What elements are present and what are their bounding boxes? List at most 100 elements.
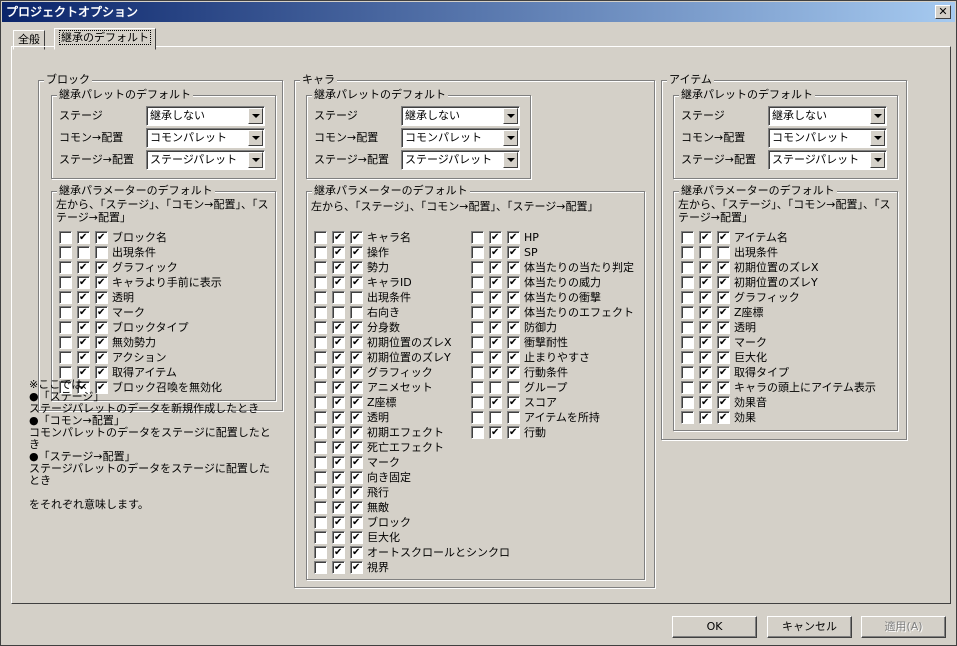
stage-place-checkbox[interactable] bbox=[507, 366, 520, 379]
stage-checkbox[interactable] bbox=[681, 336, 694, 349]
stage-checkbox[interactable] bbox=[314, 486, 327, 499]
common-place-checkbox[interactable] bbox=[332, 501, 345, 514]
stage-place-checkbox[interactable] bbox=[507, 336, 520, 349]
stage-checkbox[interactable] bbox=[314, 471, 327, 484]
stage-place-checkbox[interactable] bbox=[507, 261, 520, 274]
common-place-checkbox[interactable] bbox=[77, 306, 90, 319]
stage-place-checkbox[interactable] bbox=[507, 306, 520, 319]
stage-place-checkbox[interactable] bbox=[717, 336, 730, 349]
stage-place-checkbox[interactable] bbox=[507, 426, 520, 439]
stage-place-checkbox[interactable] bbox=[350, 471, 363, 484]
stage-checkbox[interactable] bbox=[471, 246, 484, 259]
common-place-checkbox[interactable] bbox=[489, 291, 502, 304]
stage-place-checkbox[interactable] bbox=[507, 276, 520, 289]
stage-checkbox[interactable] bbox=[471, 276, 484, 289]
stage-checkbox[interactable] bbox=[59, 336, 72, 349]
stage-place-checkbox[interactable] bbox=[95, 306, 108, 319]
stage-place-checkbox[interactable] bbox=[350, 441, 363, 454]
stage-place-checkbox[interactable] bbox=[350, 366, 363, 379]
common-place-checkbox[interactable] bbox=[77, 261, 90, 274]
stage-place-checkbox[interactable] bbox=[507, 321, 520, 334]
stage-checkbox[interactable] bbox=[314, 246, 327, 259]
stage-checkbox[interactable] bbox=[471, 381, 484, 394]
stage-checkbox[interactable] bbox=[59, 261, 72, 274]
stage-checkbox[interactable] bbox=[314, 546, 327, 559]
stage-place-checkbox[interactable] bbox=[95, 231, 108, 244]
stage-checkbox[interactable] bbox=[681, 246, 694, 259]
stage-place-checkbox[interactable] bbox=[717, 291, 730, 304]
stage-place-checkbox[interactable] bbox=[507, 246, 520, 259]
common-place-checkbox[interactable] bbox=[489, 276, 502, 289]
close-icon[interactable]: ✕ bbox=[935, 5, 951, 19]
common-place-checkbox[interactable] bbox=[699, 276, 712, 289]
common-place-checkbox[interactable] bbox=[332, 426, 345, 439]
stage-checkbox[interactable] bbox=[314, 336, 327, 349]
stage-place-checkbox[interactable] bbox=[350, 351, 363, 364]
stage-place-checkbox[interactable] bbox=[717, 261, 730, 274]
stage-checkbox[interactable] bbox=[314, 456, 327, 469]
stage-place-checkbox[interactable] bbox=[350, 291, 363, 304]
common-place-checkbox[interactable] bbox=[699, 411, 712, 424]
common-place-checkbox[interactable] bbox=[332, 546, 345, 559]
stage-place-checkbox[interactable] bbox=[95, 261, 108, 274]
common-place-checkbox[interactable] bbox=[489, 321, 502, 334]
stage-place-checkbox[interactable] bbox=[717, 396, 730, 409]
stage-place-checkbox[interactable] bbox=[350, 411, 363, 424]
common-place-checkbox[interactable] bbox=[699, 306, 712, 319]
stage-checkbox[interactable] bbox=[681, 261, 694, 274]
common-place-checkbox[interactable] bbox=[332, 366, 345, 379]
common-place-checkbox[interactable] bbox=[489, 366, 502, 379]
common-place-checkbox[interactable] bbox=[332, 516, 345, 529]
common-place-checkbox[interactable] bbox=[77, 246, 90, 259]
common-place-checkbox[interactable] bbox=[699, 396, 712, 409]
chevron-down-icon[interactable] bbox=[248, 108, 263, 124]
stage-checkbox[interactable] bbox=[314, 426, 327, 439]
stage-checkbox[interactable] bbox=[59, 276, 72, 289]
chevron-down-icon[interactable] bbox=[870, 108, 885, 124]
stage-checkbox[interactable] bbox=[471, 411, 484, 424]
common-place-checkbox[interactable] bbox=[332, 441, 345, 454]
cancel-button[interactable]: キャンセル bbox=[767, 616, 852, 638]
chevron-down-icon[interactable] bbox=[870, 130, 885, 146]
stage-place-checkbox[interactable] bbox=[717, 381, 730, 394]
common-place-checkbox[interactable] bbox=[489, 426, 502, 439]
stage-checkbox[interactable] bbox=[681, 321, 694, 334]
stage-checkbox[interactable] bbox=[314, 231, 327, 244]
common-place-checkbox[interactable] bbox=[332, 351, 345, 364]
stage-place-checkbox[interactable] bbox=[717, 306, 730, 319]
common-place-checkbox[interactable] bbox=[332, 336, 345, 349]
common-place-checkbox[interactable] bbox=[332, 396, 345, 409]
stage-checkbox[interactable] bbox=[471, 321, 484, 334]
stage-checkbox[interactable] bbox=[681, 276, 694, 289]
stage-place-checkbox[interactable] bbox=[507, 381, 520, 394]
tab-inherit-defaults[interactable]: 継承のデフォルト bbox=[54, 28, 156, 50]
item-combo-1[interactable]: コモンパレット bbox=[768, 128, 887, 148]
stage-place-checkbox[interactable] bbox=[507, 396, 520, 409]
common-place-checkbox[interactable] bbox=[332, 321, 345, 334]
stage-place-checkbox[interactable] bbox=[95, 321, 108, 334]
stage-checkbox[interactable] bbox=[59, 306, 72, 319]
common-place-checkbox[interactable] bbox=[489, 246, 502, 259]
item-combo-2[interactable]: ステージパレット bbox=[768, 150, 887, 170]
stage-place-checkbox[interactable] bbox=[350, 546, 363, 559]
common-place-checkbox[interactable] bbox=[699, 291, 712, 304]
stage-checkbox[interactable] bbox=[471, 351, 484, 364]
block-combo-2[interactable]: ステージパレット bbox=[146, 150, 265, 170]
common-place-checkbox[interactable] bbox=[332, 456, 345, 469]
common-place-checkbox[interactable] bbox=[332, 306, 345, 319]
common-place-checkbox[interactable] bbox=[77, 321, 90, 334]
stage-place-checkbox[interactable] bbox=[95, 276, 108, 289]
stage-place-checkbox[interactable] bbox=[95, 291, 108, 304]
stage-checkbox[interactable] bbox=[314, 276, 327, 289]
chevron-down-icon[interactable] bbox=[503, 108, 518, 124]
stage-checkbox[interactable] bbox=[681, 396, 694, 409]
stage-checkbox[interactable] bbox=[59, 321, 72, 334]
stage-checkbox[interactable] bbox=[314, 366, 327, 379]
stage-place-checkbox[interactable] bbox=[95, 246, 108, 259]
chara-combo-2[interactable]: ステージパレット bbox=[401, 150, 520, 170]
stage-checkbox[interactable] bbox=[314, 531, 327, 544]
common-place-checkbox[interactable] bbox=[332, 246, 345, 259]
stage-checkbox[interactable] bbox=[681, 381, 694, 394]
common-place-checkbox[interactable] bbox=[332, 381, 345, 394]
stage-checkbox[interactable] bbox=[471, 426, 484, 439]
